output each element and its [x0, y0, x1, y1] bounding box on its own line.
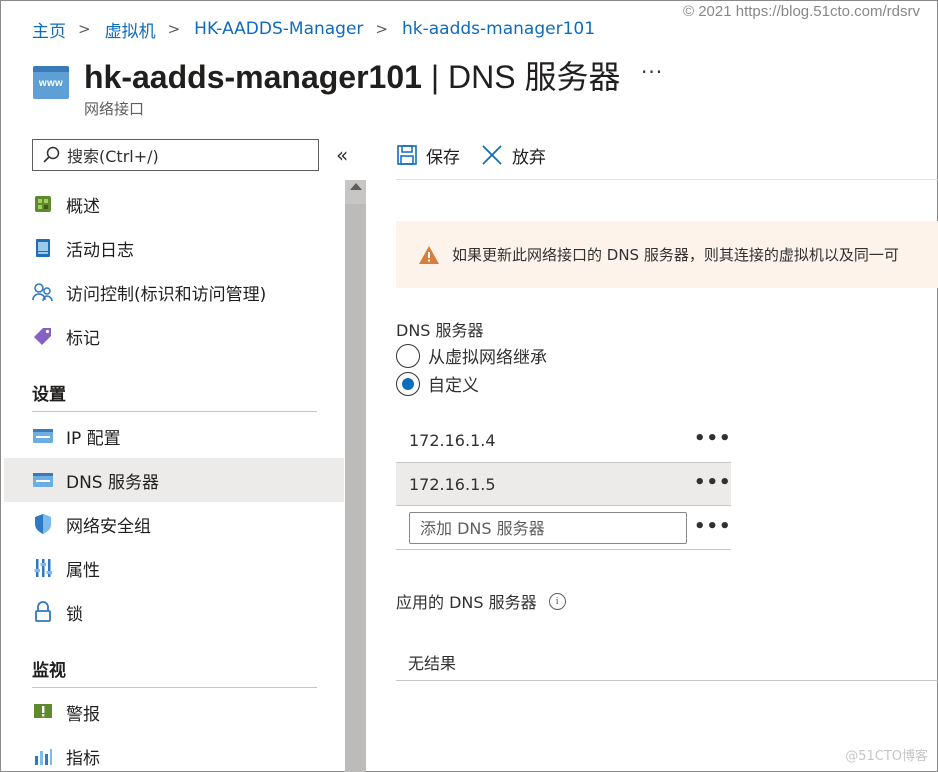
collapse-sidebar-button[interactable]: «	[336, 143, 348, 167]
sidebar-item-label: 警报	[66, 704, 100, 725]
discard-label: 放弃	[512, 147, 546, 168]
sidebar-item-label: 标记	[66, 328, 100, 349]
properties-icon	[32, 557, 54, 579]
page-title: hk-aadds-manager101 | DNS 服务器	[84, 52, 620, 98]
sidebar-search-placeholder: 搜索(Ctrl+/)	[67, 147, 159, 166]
sidebar-item-label: 锁	[66, 604, 83, 625]
radio-label: 自定义	[428, 376, 479, 396]
overview-icon	[32, 193, 54, 215]
dns-list-bottom-divider	[396, 549, 731, 550]
sidebar-item-ip-config[interactable]: IP 配置	[4, 414, 344, 458]
monitoring-section-header: 监视	[32, 661, 66, 681]
applied-dns-servers-label: 应用的 DNS 服务器 i	[396, 589, 566, 613]
sidebar-scrollbar[interactable]	[345, 180, 366, 772]
breadcrumb-home[interactable]: 主页	[32, 17, 66, 42]
ip-config-icon	[32, 425, 54, 447]
sidebar-item-overview[interactable]: 概述	[4, 182, 344, 226]
discard-button[interactable]: 放弃	[480, 143, 546, 168]
breadcrumb-virtual-machines[interactable]: 虚拟机	[105, 17, 156, 42]
dns-server-icon	[32, 469, 54, 491]
radio-circle[interactable]	[396, 343, 420, 368]
dns-servers-label: DNS 服务器	[396, 321, 484, 340]
warning-text: 如果更新此网络接口的 DNS 服务器，则其连接的虚拟机以及同一可	[452, 246, 899, 264]
sidebar-item-alerts[interactable]: 警报	[4, 690, 344, 734]
radio-inherit-from-vnet[interactable]: 从虚拟网络继承	[396, 343, 547, 368]
tag-icon	[32, 325, 54, 347]
dns-server-address: 172.16.1.4	[409, 431, 496, 450]
sidebar-item-label: IP 配置	[66, 428, 121, 449]
save-button[interactable]: 保存	[396, 143, 460, 168]
row-more-button[interactable]: •••	[694, 428, 732, 449]
scroll-up-arrow-icon[interactable]	[350, 183, 362, 190]
sidebar-item-label: DNS 服务器	[66, 472, 160, 493]
network-interface-icon-text: www	[38, 78, 64, 89]
radio-custom[interactable]: 自定义	[396, 371, 479, 396]
command-bar-divider	[396, 179, 938, 180]
activity-log-icon	[32, 237, 54, 259]
breadcrumb-vm[interactable]: HK-AADDS-Manager	[194, 19, 363, 39]
breadcrumb-separator: >	[167, 20, 181, 38]
applied-dns-label-text: 应用的 DNS 服务器	[396, 593, 537, 612]
warning-icon	[419, 245, 439, 264]
breadcrumb: 主页 > 虚拟机 > HK-AADDS-Manager > hk-aadds-m…	[32, 17, 595, 42]
dns-server-row[interactable]: 172.16.1.4	[396, 419, 731, 463]
search-icon	[43, 146, 60, 163]
close-icon	[482, 145, 502, 165]
nsg-shield-icon	[32, 513, 54, 535]
dns-server-address: 172.16.1.5	[409, 474, 496, 494]
alert-icon	[32, 701, 54, 723]
iam-icon	[32, 281, 54, 303]
breadcrumb-nic[interactable]: hk-aadds-manager101	[402, 19, 595, 39]
monitoring-divider	[32, 687, 317, 688]
sidebar-item-dns-servers[interactable]: DNS 服务器	[4, 458, 344, 502]
network-interface-icon: www	[33, 66, 69, 99]
blade-title: DNS 服务器	[448, 59, 621, 95]
row-more-button[interactable]: •••	[694, 472, 732, 493]
lock-icon	[32, 601, 54, 623]
sidebar-item-label: 指标	[66, 748, 100, 769]
applied-divider	[396, 680, 938, 681]
add-dns-server-input[interactable]	[409, 512, 687, 544]
more-options-button[interactable]: ···	[641, 60, 663, 84]
sidebar-item-tags[interactable]: 标记	[4, 314, 344, 358]
radio-circle-selected[interactable]	[396, 371, 420, 396]
dns-server-row[interactable]: 172.16.1.5	[396, 462, 731, 506]
sidebar-item-label: 活动日志	[66, 240, 134, 261]
save-icon	[397, 145, 417, 165]
sidebar-item-iam[interactable]: 访问控制(标识和访问管理)	[4, 270, 344, 314]
sidebar-item-activity-log[interactable]: 活动日志	[4, 226, 344, 270]
settings-divider	[32, 411, 317, 412]
sidebar-item-label: 概述	[66, 196, 100, 217]
sidebar-search-input[interactable]: 搜索(Ctrl+/)	[32, 139, 319, 171]
info-icon[interactable]: i	[548, 592, 566, 610]
no-results-text: 无结果	[408, 654, 457, 673]
sidebar-item-label: 属性	[66, 560, 100, 581]
save-label: 保存	[426, 147, 460, 168]
row-more-button[interactable]: •••	[694, 516, 732, 537]
settings-section-header: 设置	[32, 385, 66, 405]
sidebar-item-label: 访问控制(标识和访问管理)	[66, 284, 267, 305]
warning-banner: 如果更新此网络接口的 DNS 服务器，则其连接的虚拟机以及同一可	[396, 221, 938, 288]
sidebar-item-properties[interactable]: 属性	[4, 546, 344, 590]
title-divider: |	[421, 59, 449, 95]
sidebar-item-nsg[interactable]: 网络安全组	[4, 502, 344, 546]
sidebar-item-label: 网络安全组	[66, 516, 151, 537]
watermark-top: © 2021 https://blog.51cto.com/rdsrv	[682, 3, 920, 20]
resource-type-subtitle: 网络接口	[84, 100, 145, 118]
radio-label: 从虚拟网络继承	[428, 348, 547, 368]
breadcrumb-separator: >	[78, 20, 91, 38]
resource-name: hk-aadds-manager101	[84, 59, 422, 95]
sidebar-item-metrics[interactable]: 指标	[4, 734, 344, 772]
command-bar: 保存 放弃	[396, 140, 566, 170]
sidebar-item-locks[interactable]: 锁	[4, 590, 344, 634]
scrollbar-thumb[interactable]	[345, 204, 366, 772]
watermark-bottom: @51CTO博客	[845, 749, 928, 764]
breadcrumb-separator: >	[375, 20, 388, 38]
metrics-icon	[32, 745, 54, 767]
